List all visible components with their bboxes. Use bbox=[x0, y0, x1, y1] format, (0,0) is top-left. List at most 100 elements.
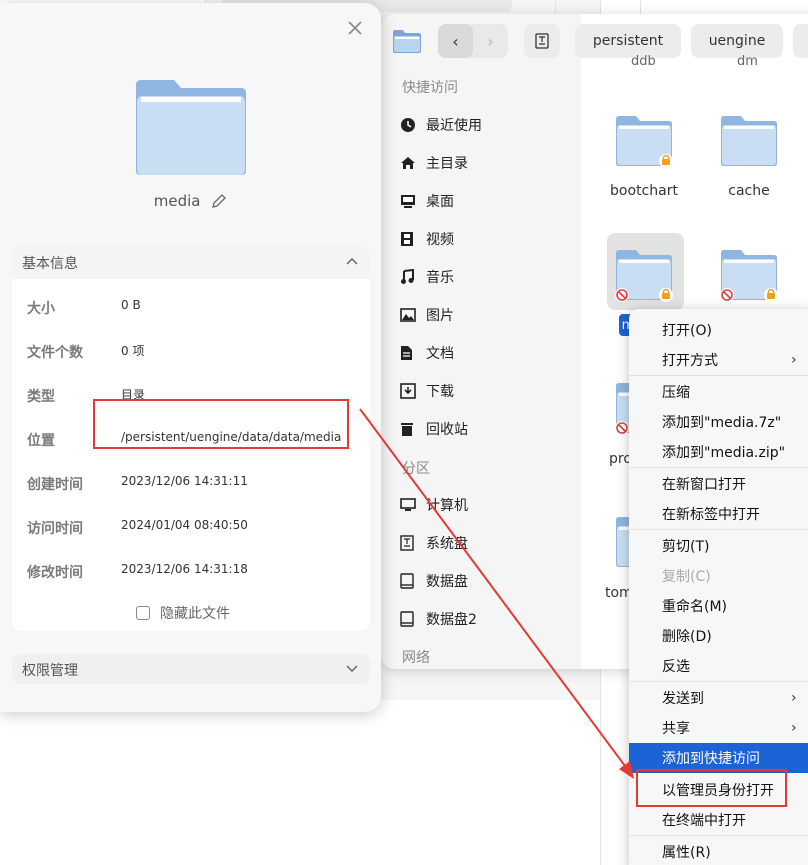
file-item-label[interactable]: cache bbox=[704, 183, 794, 199]
system-disk-icon bbox=[400, 535, 426, 551]
sidebar-item-recent[interactable]: 最近使用 bbox=[400, 110, 482, 140]
menu-item-compress[interactable]: 压缩 bbox=[629, 377, 808, 407]
sidebar-item-label: 文档 bbox=[426, 346, 454, 362]
properties-dialog: media 基本信息 大小 0 B 文件个数 0 项 类型 目录 位置 /per… bbox=[0, 3, 381, 712]
breadcrumb-uengine[interactable]: uengine bbox=[691, 24, 783, 58]
sidebar-item-label: 系统盘 bbox=[426, 536, 468, 552]
menu-item-label: 添加到快捷访问 bbox=[662, 751, 760, 767]
partition-title: 分区 bbox=[402, 461, 430, 477]
property-label: 大小 bbox=[27, 301, 55, 317]
menu-item-send-to[interactable]: 发送到 › bbox=[629, 683, 808, 713]
close-icon[interactable] bbox=[344, 17, 366, 39]
disk-icon bbox=[400, 573, 426, 589]
music-icon bbox=[400, 269, 426, 285]
menu-item-label: 复制(C) bbox=[662, 569, 711, 585]
quick-access-title: 快捷访问 bbox=[402, 80, 458, 96]
drive-icon bbox=[535, 33, 549, 49]
download-icon bbox=[400, 383, 426, 399]
sidebar-item-downloads[interactable]: 下载 bbox=[400, 376, 454, 406]
folder-icon bbox=[136, 80, 246, 175]
sidebar-item-music[interactable]: 音乐 bbox=[400, 262, 454, 292]
menu-item-copy[interactable]: 复制(C) bbox=[629, 561, 808, 591]
hide-file-checkbox[interactable] bbox=[136, 606, 150, 620]
menu-item-invert-selection[interactable]: 反选 bbox=[629, 651, 808, 681]
folder-icon[interactable] bbox=[614, 247, 674, 303]
folder-icon[interactable] bbox=[614, 113, 674, 169]
sidebar-item-pictures[interactable]: 图片 bbox=[400, 300, 454, 330]
permissions-section-header[interactable]: 权限管理 bbox=[12, 654, 370, 684]
menu-item-add-to-7z[interactable]: 添加到"media.7z" bbox=[629, 407, 808, 437]
menu-item-label: 剪切(T) bbox=[662, 539, 710, 555]
file-manager-app-icon bbox=[393, 30, 421, 53]
annotation-box-admin-open bbox=[636, 769, 787, 807]
menu-item-label: 打开方式 bbox=[662, 353, 718, 369]
folder-icon[interactable] bbox=[719, 247, 779, 303]
menu-item-add-to-zip[interactable]: 添加到"media.zip" bbox=[629, 437, 808, 467]
menu-separator bbox=[629, 467, 808, 468]
file-label-partial: ddb bbox=[631, 54, 656, 69]
basic-info-header[interactable]: 基本信息 bbox=[12, 245, 370, 279]
property-label: 访问时间 bbox=[27, 521, 83, 537]
menu-item-open-new-tab[interactable]: 在新标签中打开 bbox=[629, 499, 808, 529]
sidebar-item-documents[interactable]: 文档 bbox=[400, 338, 454, 368]
document-icon bbox=[400, 345, 426, 361]
menu-item-label: 压缩 bbox=[662, 385, 690, 401]
breadcrumb-persistent[interactable]: persistent bbox=[575, 24, 681, 58]
menu-item-share[interactable]: 共享 › bbox=[629, 713, 808, 743]
property-label: 类型 bbox=[27, 389, 55, 405]
menu-item-label: 打开(O) bbox=[662, 323, 712, 339]
chevron-down-icon[interactable] bbox=[346, 665, 358, 673]
disk-icon bbox=[400, 611, 426, 627]
sidebar-item-home[interactable]: 主目录 bbox=[400, 148, 468, 178]
menu-separator bbox=[629, 681, 808, 682]
basic-info-title: 基本信息 bbox=[22, 256, 78, 272]
menu-item-label: 属性(R) bbox=[662, 845, 711, 861]
sidebar-item-system-disk[interactable]: 系统盘 bbox=[400, 528, 468, 558]
menu-item-delete[interactable]: 删除(D) bbox=[629, 621, 808, 651]
breadcrumb-next[interactable] bbox=[793, 24, 808, 58]
menu-item-properties[interactable]: 属性(R) bbox=[629, 837, 808, 865]
menu-separator bbox=[629, 529, 808, 530]
sidebar-item-desktop[interactable]: 桌面 bbox=[400, 186, 454, 216]
submenu-arrow-icon: › bbox=[791, 352, 797, 368]
sidebar-item-label: 计算机 bbox=[426, 498, 468, 514]
breadcrumb-root-button[interactable] bbox=[524, 24, 560, 58]
hide-file-checkbox-row[interactable]: 隐藏此文件 bbox=[136, 603, 230, 623]
menu-item-label: 在新标签中打开 bbox=[662, 507, 760, 523]
property-label: 修改时间 bbox=[27, 565, 83, 581]
submenu-arrow-icon: › bbox=[791, 720, 797, 736]
sidebar-item-label: 音乐 bbox=[426, 270, 454, 286]
sidebar-item-label: 数据盘2 bbox=[426, 612, 477, 628]
clock-icon bbox=[400, 117, 426, 133]
menu-item-label: 重命名(M) bbox=[662, 599, 728, 615]
menu-item-label: 在新窗口打开 bbox=[662, 477, 746, 493]
sidebar-item-videos[interactable]: 视频 bbox=[400, 224, 454, 254]
hide-file-label: 隐藏此文件 bbox=[160, 606, 230, 622]
sidebar-item-label: 下载 bbox=[426, 384, 454, 400]
property-label: 位置 bbox=[27, 433, 55, 449]
sidebar-item-computer[interactable]: 计算机 bbox=[400, 490, 468, 520]
forward-button[interactable]: › bbox=[473, 24, 508, 58]
navigation-buttons: ‹ › bbox=[438, 24, 508, 58]
menu-item-open[interactable]: 打开(O) bbox=[629, 315, 808, 345]
file-item-label[interactable]: bootchart bbox=[599, 183, 689, 199]
menu-item-rename[interactable]: 重命名(M) bbox=[629, 591, 808, 621]
menu-item-open-new-window[interactable]: 在新窗口打开 bbox=[629, 469, 808, 499]
sidebar-item-label: 数据盘 bbox=[426, 574, 468, 590]
menu-separator bbox=[629, 375, 808, 376]
sidebar-item-data-disk[interactable]: 数据盘 bbox=[400, 566, 468, 596]
menu-item-cut[interactable]: 剪切(T) bbox=[629, 531, 808, 561]
annotation-box-location bbox=[93, 399, 349, 449]
chevron-up-icon[interactable] bbox=[346, 257, 358, 265]
desktop-icon bbox=[400, 194, 426, 208]
back-button[interactable]: ‹ bbox=[438, 24, 473, 58]
sidebar-item-trash[interactable]: 回收站 bbox=[400, 414, 468, 444]
menu-item-open-with[interactable]: 打开方式 › bbox=[629, 345, 808, 375]
menu-item-open-in-terminal[interactable]: 在终端中打开 bbox=[629, 805, 808, 835]
sidebar-item-data-disk-2[interactable]: 数据盘2 bbox=[400, 604, 477, 634]
sidebar-item-label: 视频 bbox=[426, 232, 454, 248]
pencil-icon[interactable] bbox=[211, 193, 227, 209]
property-value: 0 项 bbox=[121, 344, 145, 358]
folder-icon[interactable] bbox=[719, 113, 779, 169]
trash-icon bbox=[400, 421, 426, 437]
